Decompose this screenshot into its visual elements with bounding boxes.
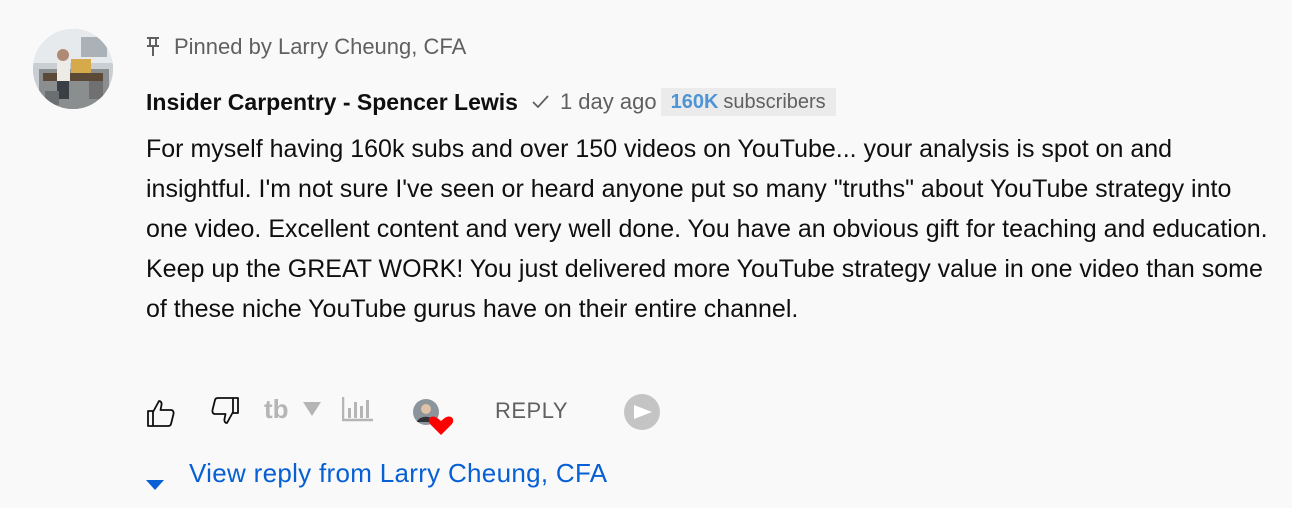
analytics-icon — [342, 397, 373, 422]
dislike-button[interactable] — [210, 396, 240, 426]
vidiq-button[interactable] — [624, 394, 660, 430]
svg-text:tb: tb — [264, 396, 289, 422]
view-reply-toggle[interactable]: View reply from Larry Cheung, CFA — [146, 456, 607, 490]
author-name[interactable]: Insider Carpentry - Spencer Lewis — [146, 89, 518, 116]
caret-down-icon — [146, 467, 164, 490]
comment-timestamp[interactable]: 1 day ago — [560, 89, 657, 115]
tubebuddy-button[interactable]: tb — [264, 396, 296, 422]
subscriber-label: subscribers — [723, 90, 826, 113]
tubebuddy-dropdown[interactable] — [302, 401, 322, 417]
author-avatar[interactable] — [33, 29, 113, 109]
vidiq-icon — [624, 394, 660, 430]
verified-check-icon — [530, 92, 550, 112]
dislike-icon — [211, 397, 239, 424]
subscriber-count: 160K — [670, 90, 719, 113]
comment-body: For myself having 160k subs and over 150… — [146, 135, 1268, 323]
tubebuddy-icon: tb — [264, 396, 289, 422]
comment-thread: Pinned by Larry Cheung, CFA Insider Carp… — [0, 0, 1292, 508]
like-button[interactable] — [146, 398, 176, 428]
analytics-button[interactable] — [342, 396, 374, 422]
view-reply-label: View reply from Larry Cheung, CFA — [189, 457, 608, 488]
subscriber-badge: 160K subscribers — [660, 88, 836, 116]
creator-heart-icon — [413, 399, 454, 435]
pinned-indicator: Pinned by Larry Cheung, CFA — [146, 33, 466, 61]
like-icon — [147, 400, 175, 427]
reply-button[interactable]: REPLY — [495, 398, 568, 424]
dropdown-triangle-icon — [303, 402, 321, 416]
comment-header: Insider Carpentry - Spencer Lewis 1 day … — [146, 86, 836, 118]
pinned-label: Pinned by Larry Cheung, CFA — [174, 34, 467, 59]
pin-icon — [146, 37, 160, 57]
creator-heart-badge[interactable] — [412, 396, 454, 436]
